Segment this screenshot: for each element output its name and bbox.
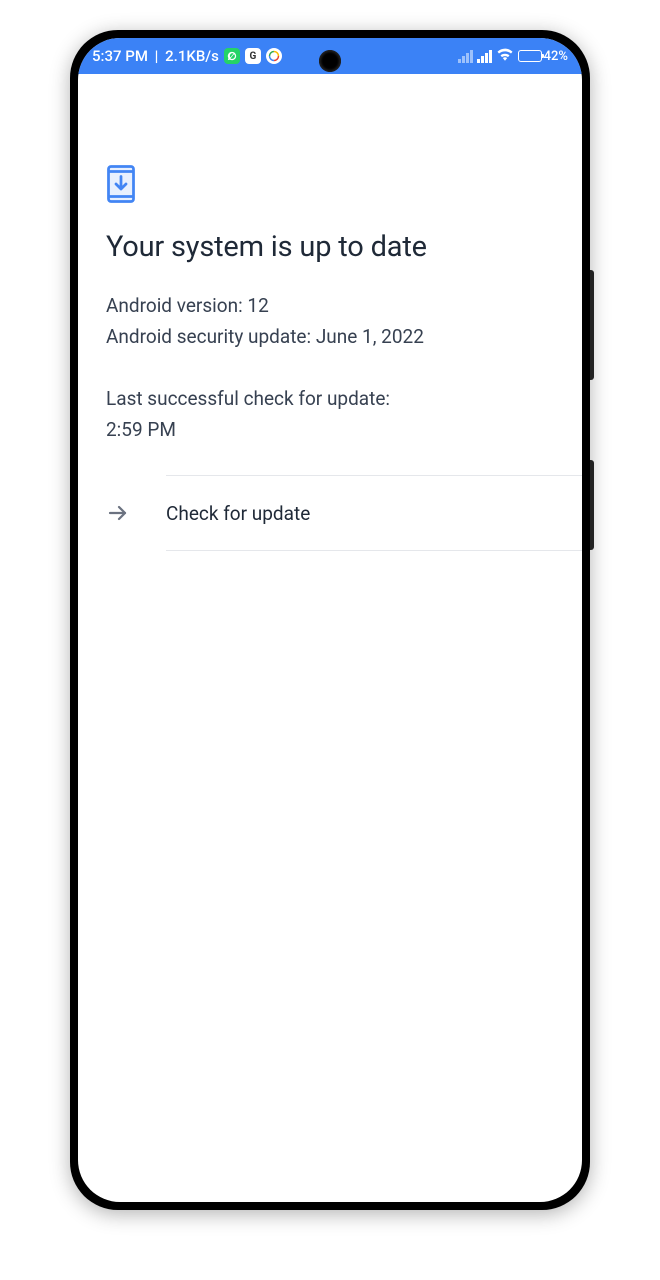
phone-screen: 5:37 PM | 2.1KB/s G	[78, 38, 582, 1202]
whatsapp-icon	[224, 48, 240, 64]
last-check-label: Last successful check for update:	[106, 383, 554, 414]
system-update-icon	[106, 164, 136, 202]
signal-icon	[477, 49, 492, 63]
battery-percent: 42%	[544, 49, 568, 64]
android-version-line: Android version: 12	[106, 290, 554, 321]
check-for-update-button[interactable]: Check for update	[166, 475, 582, 551]
battery-icon	[518, 50, 542, 62]
google-circle-icon	[266, 48, 282, 64]
phone-frame: 5:37 PM | 2.1KB/s G	[70, 30, 590, 1210]
status-separator: |	[151, 47, 162, 65]
arrow-right-icon	[106, 501, 130, 525]
page-title: Your system is up to date	[106, 230, 554, 264]
status-bar-left: 5:37 PM | 2.1KB/s G	[92, 47, 282, 65]
last-check-info: Last successful check for update: 2:59 P…	[106, 383, 554, 446]
version-info: Android version: 12 Android security upd…	[106, 290, 554, 353]
volume-button	[590, 270, 594, 380]
status-time: 5:37 PM	[92, 47, 148, 65]
wifi-icon	[496, 47, 514, 65]
security-update-line: Android security update: June 1, 2022	[106, 321, 554, 352]
last-check-time: 2:59 PM	[106, 414, 554, 445]
main-content: Your system is up to date Android versio…	[78, 74, 582, 551]
status-bar-right: 42%	[458, 47, 568, 65]
camera-cutout	[319, 50, 341, 72]
power-button	[590, 460, 594, 550]
battery-indicator: 42%	[518, 49, 568, 64]
check-for-update-label: Check for update	[166, 502, 310, 525]
google-icon: G	[245, 48, 261, 64]
signal-icon-dim	[458, 49, 473, 63]
status-data-rate: 2.1KB/s	[165, 47, 219, 65]
